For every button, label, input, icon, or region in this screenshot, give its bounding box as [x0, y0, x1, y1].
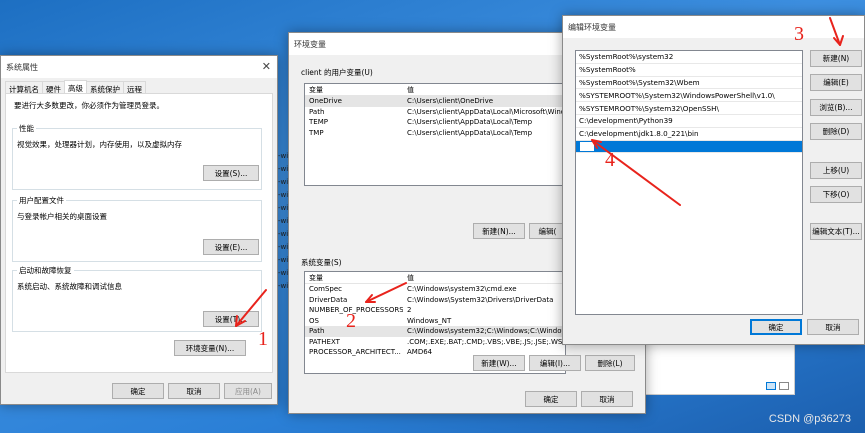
- var-name: OS: [309, 316, 319, 325]
- user-new-button[interactable]: 新建(N)...: [473, 223, 525, 239]
- var-value: C:\Users\client\AppData\Local\Microsoft\…: [407, 107, 565, 116]
- system-vars-list[interactable]: 变量 值 ComSpec C:\Windows\system32\cmd.exe …: [304, 271, 566, 374]
- column-value[interactable]: 值: [403, 85, 565, 95]
- var-value: .COM;.EXE;.BAT;.CMD;.VBS;.VBE;.JS;.JSE;.…: [407, 337, 565, 346]
- user-profiles-desc: 与登录帐户相关的桌面设置: [17, 212, 107, 221]
- user-profiles-settings-button[interactable]: 设置(E)...: [203, 239, 259, 255]
- list-item[interactable]: NUMBER_OF_PROCESSORS 2: [305, 305, 565, 316]
- var-value: C:\Windows\system32\cmd.exe: [407, 285, 517, 294]
- var-name: PROCESSOR_ARCHITECT...: [309, 348, 401, 357]
- var-value: C:\Users\client\AppData\Local\Temp: [407, 118, 533, 127]
- ok-button[interactable]: 确定: [112, 383, 164, 399]
- user-edit-button[interactable]: 编辑(: [529, 223, 566, 239]
- performance-group: 性能 视觉效果，处理器计划，内存使用，以及虚拟内存 设置(S)...: [12, 123, 262, 190]
- list-item[interactable]: TEMP C:\Users\client\AppData\Local\Temp: [305, 117, 565, 128]
- cancel-button[interactable]: 取消: [168, 383, 220, 399]
- env-cancel-button[interactable]: 取消: [581, 391, 633, 407]
- delete-button[interactable]: 删除(D): [810, 123, 862, 140]
- list-item[interactable]: OneDrive C:\Users\client\OneDrive: [305, 96, 565, 107]
- system-delete-button[interactable]: 删除(L): [585, 355, 635, 371]
- var-name: Path: [309, 107, 325, 116]
- user-profiles-group: 用户配置文件 与登录帐户相关的桌面设置 设置(E)...: [12, 195, 262, 262]
- var-value: 2: [407, 306, 412, 315]
- system-properties-window: 系统属性 ✕ 计算机名 硬件 高级 系统保护 远程 要进行大多数更改，你必须作为…: [0, 55, 278, 405]
- list-item[interactable]: PATHEXT .COM;.EXE;.BAT;.CMD;.VBS;.VBE;.JS…: [305, 337, 565, 348]
- var-value: C:\Users\client\AppData\Local\Temp: [407, 128, 533, 137]
- system-edit-button[interactable]: 编辑(I)...: [529, 355, 581, 371]
- apply-button[interactable]: 应用(A): [224, 383, 272, 399]
- column-variable[interactable]: 变量: [305, 85, 403, 95]
- list-item[interactable]: ComSpec C:\Windows\system32\cmd.exe: [305, 284, 565, 295]
- window-title: 编辑环境变量: [568, 22, 616, 32]
- admin-note: 要进行大多数更改，你必须作为管理员登录。: [14, 101, 164, 110]
- user-vars-list[interactable]: 变量 值 OneDrive C:\Users\client\OneDrive Pa…: [304, 83, 566, 186]
- var-value: C:\Users\client\OneDrive: [407, 97, 494, 106]
- list-item[interactable]: %SystemRoot%\system32: [576, 51, 802, 64]
- advanced-tab-pane: 要进行大多数更改，你必须作为管理员登录。 性能 视觉效果，处理器计划，内存使用，…: [5, 93, 273, 373]
- var-name: DriverData: [309, 295, 348, 304]
- new-path-entry[interactable]: [576, 140, 802, 154]
- list-item[interactable]: TMP C:\Users\client\AppData\Local\Temp: [305, 128, 565, 139]
- list-item[interactable]: %SystemRoot%\System32\Wbem: [576, 77, 802, 90]
- var-name: TMP: [309, 128, 324, 137]
- edit-env-titlebar: 编辑环境变量: [563, 16, 864, 38]
- path-list[interactable]: %SystemRoot%\system32 %SystemRoot% %Syst…: [575, 50, 803, 315]
- startup-recovery-desc: 系统启动、系统故障和调试信息: [17, 282, 122, 291]
- system-new-button[interactable]: 新建(W)...: [473, 355, 525, 371]
- var-name: NUMBER_OF_PROCESSORS: [309, 306, 403, 315]
- list-item[interactable]: PROCESSOR_ARCHITECT... AMD64: [305, 347, 565, 358]
- env-ok-button[interactable]: 确定: [525, 391, 577, 407]
- list-header: 变量 值: [305, 272, 565, 284]
- view-toggle-icon[interactable]: [779, 382, 789, 390]
- var-name: TEMP: [309, 118, 328, 127]
- list-item[interactable]: Path C:\Users\client\AppData\Local\Micros…: [305, 107, 565, 118]
- startup-recovery-group: 启动和故障恢复 系统启动、系统故障和调试信息 设置(T)...: [12, 265, 262, 332]
- system-vars-section-label: 系统变量(S): [301, 258, 342, 267]
- browse-button[interactable]: 浏览(B)...: [810, 99, 862, 116]
- list-header: 变量 值: [305, 84, 565, 96]
- performance-desc: 视觉效果，处理器计划，内存使用，以及虚拟内存: [17, 140, 182, 149]
- system-properties-titlebar: 系统属性 ✕: [1, 56, 277, 78]
- list-item[interactable]: OS Windows_NT: [305, 316, 565, 327]
- environment-variables-button[interactable]: 环境变量(N)...: [174, 340, 246, 356]
- startup-recovery-settings-button[interactable]: 设置(T)...: [203, 311, 259, 327]
- var-name: PATHEXT: [309, 337, 340, 346]
- window-title: 环境变量: [294, 39, 326, 49]
- window-title: 系统属性: [6, 62, 38, 72]
- performance-settings-button[interactable]: 设置(S)...: [203, 165, 259, 181]
- edit-button[interactable]: 编辑(E): [810, 74, 862, 91]
- user-profiles-label: 用户配置文件: [17, 195, 66, 206]
- background-window-strip: [645, 340, 795, 395]
- list-item[interactable]: C:\development\Python39: [576, 115, 802, 128]
- view-toggle-icon[interactable]: [766, 382, 776, 390]
- watermark: CSDN @p36273: [768, 413, 851, 425]
- list-item[interactable]: %SYSTEMROOT%\System32\OpenSSH\: [576, 102, 802, 115]
- list-item[interactable]: C:\development\jdk1.8.0_221\bin: [576, 128, 802, 141]
- new-path-input[interactable]: [579, 140, 595, 152]
- column-variable[interactable]: 变量: [305, 273, 403, 283]
- list-item[interactable]: %SystemRoot%: [576, 64, 802, 77]
- list-item[interactable]: Path C:\Windows\system32;C:\Windows;C:\Wi…: [305, 326, 565, 337]
- column-value[interactable]: 值: [403, 273, 565, 283]
- startup-recovery-label: 启动和故障恢复: [17, 265, 74, 276]
- var-name: Path: [309, 327, 325, 336]
- var-name: ComSpec: [309, 285, 343, 294]
- var-value: C:\Windows\System32\Drivers\DriverData: [407, 295, 554, 304]
- user-vars-section-label: client 的用户变量(U): [301, 68, 373, 77]
- new-button[interactable]: 新建(N): [810, 50, 862, 67]
- list-item[interactable]: %SYSTEMROOT%\System32\WindowsPowerShell\…: [576, 89, 802, 103]
- edit-ok-button[interactable]: 确定: [750, 319, 802, 335]
- performance-label: 性能: [17, 123, 36, 134]
- edit-text-button[interactable]: 编辑文本(T)...: [810, 223, 862, 240]
- edit-environment-variable-window: 编辑环境变量 %SystemRoot%\system32 %SystemRoot…: [562, 15, 865, 345]
- list-item[interactable]: DriverData C:\Windows\System32\Drivers\Dr…: [305, 295, 565, 306]
- move-down-button[interactable]: 下移(O): [810, 186, 862, 203]
- move-up-button[interactable]: 上移(U): [810, 162, 862, 179]
- var-name: OneDrive: [309, 97, 342, 106]
- var-value: C:\Windows\system32;C:\Windows;C:\Window…: [407, 327, 565, 336]
- var-value: Windows_NT: [407, 316, 452, 325]
- edit-cancel-button[interactable]: 取消: [807, 319, 859, 335]
- close-icon[interactable]: ✕: [262, 60, 271, 73]
